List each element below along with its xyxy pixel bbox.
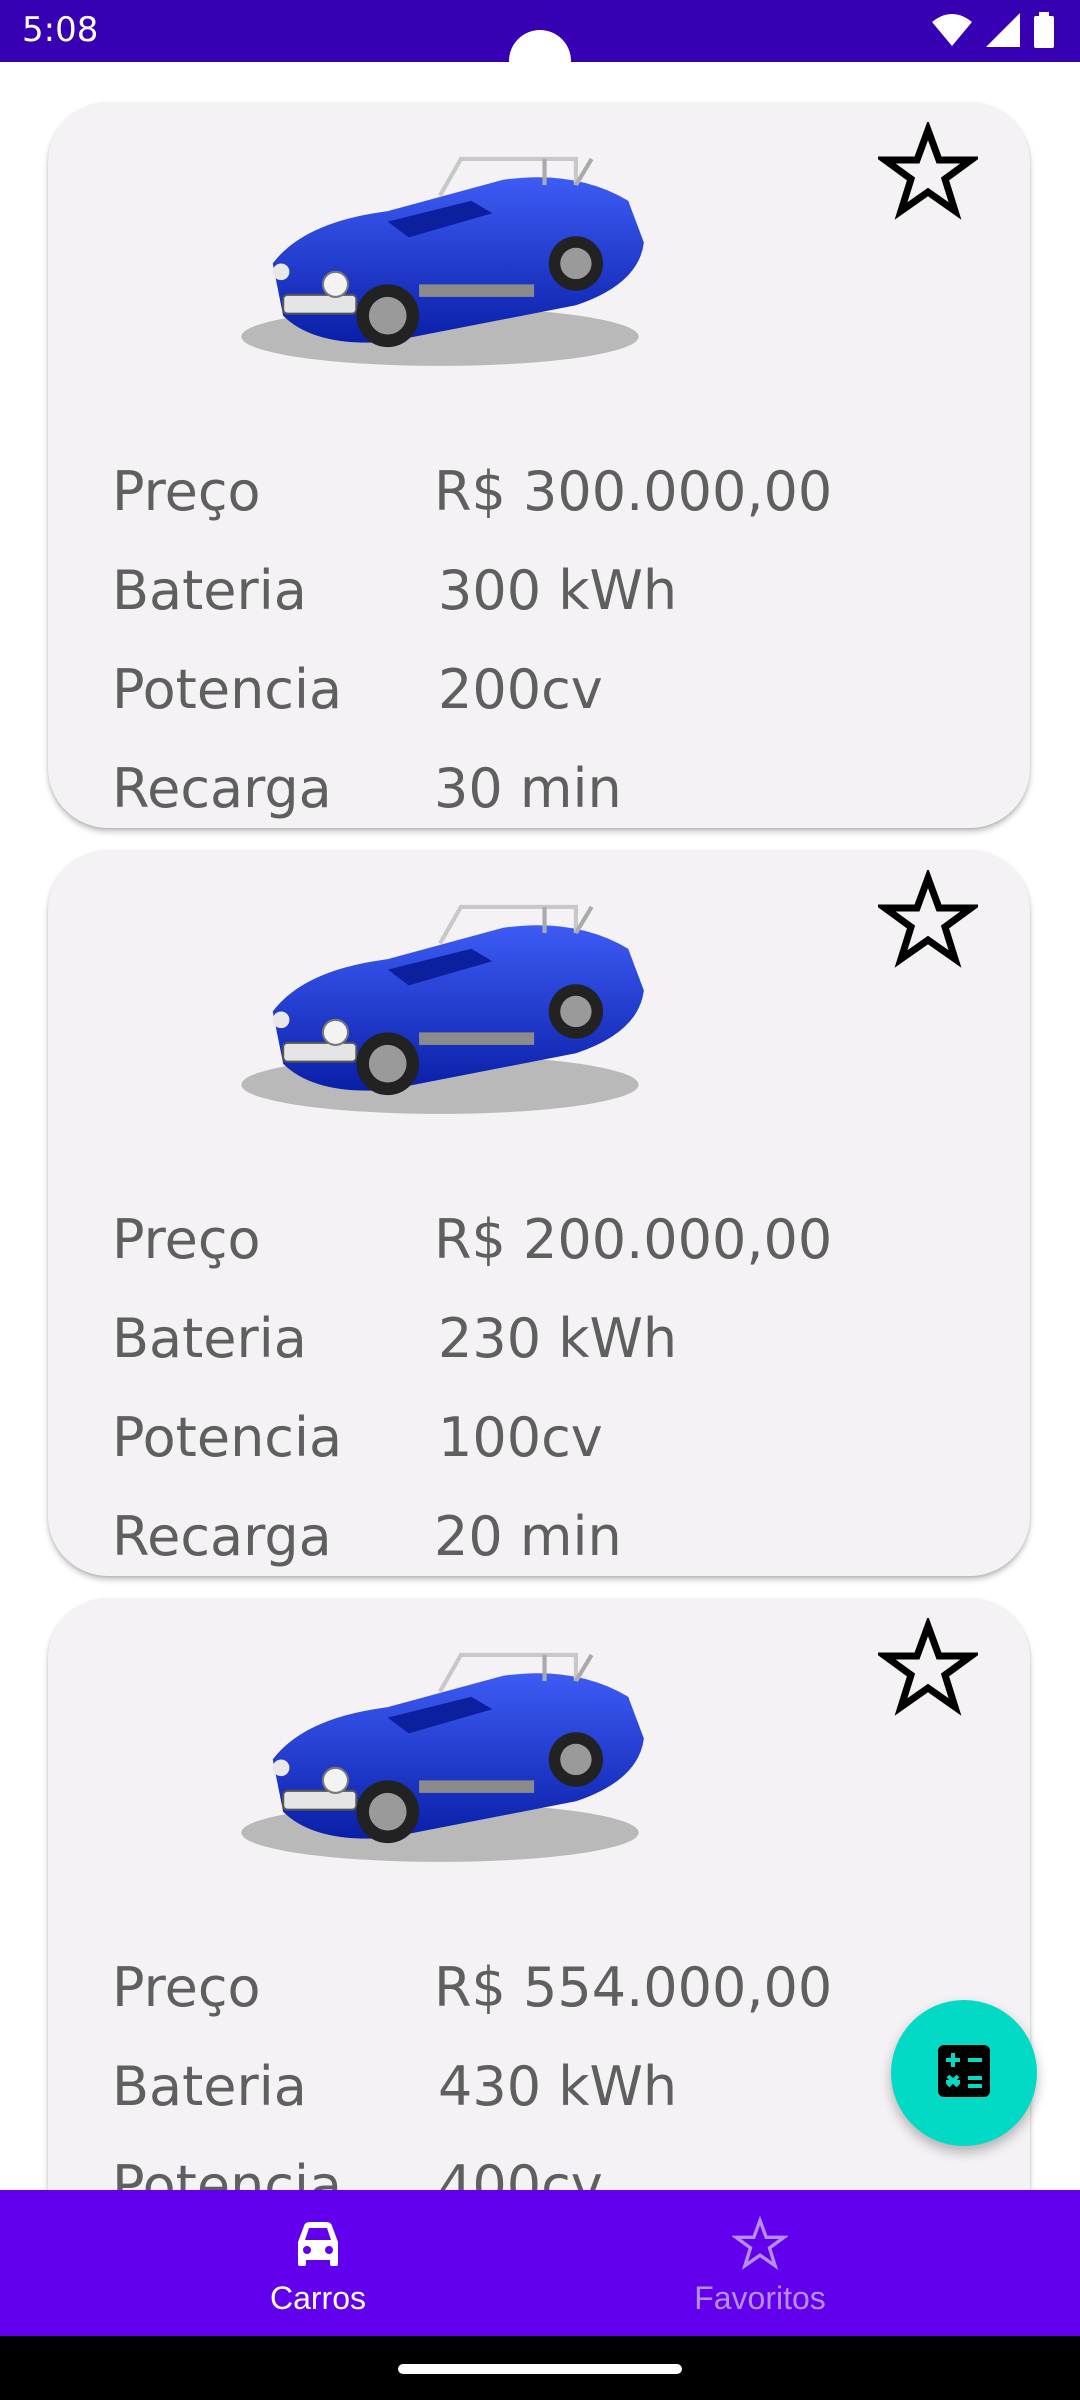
price-value: R$ 554.000,00 bbox=[434, 1956, 833, 2019]
charge-label: Recarga bbox=[112, 757, 332, 820]
charge-label: Recarga bbox=[112, 1505, 332, 1568]
star-outline-icon bbox=[732, 2216, 788, 2271]
power-value: 100cv bbox=[438, 1406, 603, 1469]
price-value: R$ 300.000,00 bbox=[434, 460, 833, 523]
car-list[interactable]: Preço R$ 300.000,00 Bateria 300 kWh Pote… bbox=[0, 62, 1080, 2190]
nav-item-cars[interactable]: Carros bbox=[168, 2190, 468, 2336]
charge-value: 30 min bbox=[434, 757, 622, 820]
calculator-icon bbox=[938, 2045, 990, 2101]
cell-signal-icon bbox=[986, 13, 1020, 47]
favorite-star-icon[interactable] bbox=[878, 1618, 978, 1718]
power-label: Potencia bbox=[112, 2154, 343, 2190]
system-navigation-bar bbox=[0, 2336, 1080, 2400]
price-label: Preço bbox=[112, 1956, 261, 2019]
car-image bbox=[220, 1634, 660, 1864]
charge-value: 20 min bbox=[434, 1505, 622, 1568]
power-value: 200cv bbox=[438, 658, 603, 721]
battery-label: Bateria bbox=[112, 559, 307, 622]
price-value: R$ 200.000,00 bbox=[434, 1208, 833, 1271]
battery-value: 430 kWh bbox=[438, 2055, 678, 2118]
wifi-icon bbox=[932, 12, 972, 48]
car-image bbox=[220, 886, 660, 1116]
status-icons bbox=[932, 12, 1054, 48]
calculator-fab-button[interactable] bbox=[891, 2000, 1037, 2146]
home-gesture-handle[interactable] bbox=[398, 2364, 682, 2374]
car-icon bbox=[298, 2222, 338, 2266]
power-label: Potencia bbox=[112, 1406, 343, 1469]
bottom-navigation: Carros Favoritos bbox=[0, 2190, 1080, 2336]
car-card[interactable]: Preço R$ 300.000,00 Bateria 300 kWh Pote… bbox=[48, 102, 1030, 828]
car-card[interactable]: Preço R$ 554.000,00 Bateria 430 kWh Pote… bbox=[48, 1598, 1030, 2190]
favorite-star-icon[interactable] bbox=[878, 122, 978, 222]
power-value: 400cv bbox=[438, 2154, 603, 2190]
price-label: Preço bbox=[112, 1208, 261, 1271]
nav-label-favorites: Favoritos bbox=[694, 2280, 826, 2316]
car-card[interactable]: Preço R$ 200.000,00 Bateria 230 kWh Pote… bbox=[48, 850, 1030, 1576]
battery-value: 230 kWh bbox=[438, 1307, 678, 1370]
favorite-star-icon[interactable] bbox=[878, 870, 978, 970]
nav-label-cars: Carros bbox=[269, 2280, 366, 2316]
battery-value: 300 kWh bbox=[438, 559, 678, 622]
car-image bbox=[220, 138, 660, 368]
nav-item-favorites[interactable]: Favoritos bbox=[610, 2190, 910, 2336]
battery-label: Bateria bbox=[112, 1307, 307, 1370]
price-label: Preço bbox=[112, 460, 261, 523]
battery-label: Bateria bbox=[112, 2055, 307, 2118]
power-label: Potencia bbox=[112, 658, 343, 721]
battery-icon bbox=[1034, 12, 1054, 48]
status-time: 5:08 bbox=[22, 10, 99, 50]
